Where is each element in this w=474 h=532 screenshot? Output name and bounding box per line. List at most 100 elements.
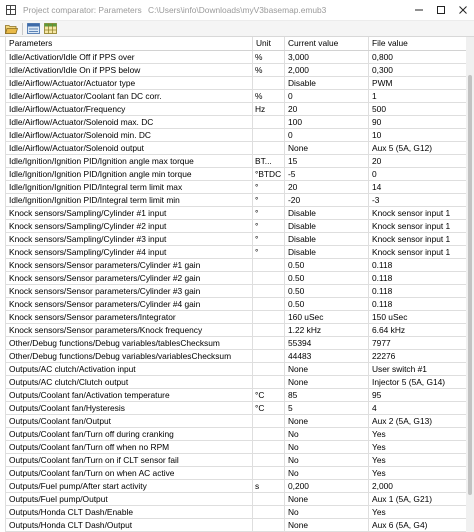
current-value-cell: 0.50 [284, 297, 369, 311]
unit-cell [252, 414, 285, 428]
table-row[interactable]: Knock sensors/Sensor parameters/Knock fr… [5, 323, 472, 337]
parameter-cell: Knock sensors/Sensor parameters/Integrat… [5, 310, 253, 324]
table-row[interactable]: Idle/Ignition/Ignition PID/Integral term… [5, 193, 472, 207]
unit-cell [252, 76, 285, 90]
table-row[interactable]: Knock sensors/Sensor parameters/Cylinder… [5, 271, 472, 285]
table-row[interactable]: Outputs/Coolant fan/Activation temperatu… [5, 388, 472, 402]
table-row[interactable]: Knock sensors/Sampling/Cylinder #4 input… [5, 245, 472, 259]
table-row[interactable]: Outputs/AC clutch/Clutch output None Injec… [5, 375, 472, 389]
table-row[interactable]: Idle/Ignition/Ignition PID/Ignition angl… [5, 167, 472, 181]
current-value-cell: 160 uSec [284, 310, 369, 324]
parameter-cell: Outputs/Fuel pump/After start activity [5, 479, 253, 493]
unit-cell [252, 362, 285, 376]
current-value-cell: 85 [284, 388, 369, 402]
grid-view-button[interactable] [42, 21, 58, 36]
maximize-button[interactable] [430, 0, 452, 20]
unit-cell: ° [252, 193, 285, 207]
table-row[interactable]: Outputs/Honda CLT Dash/Enable No Yes [5, 505, 472, 519]
unit-cell [252, 258, 285, 272]
unit-cell [252, 115, 285, 129]
table-row[interactable]: Other/Debug functions/Debug variables/va… [5, 349, 472, 363]
table-row[interactable]: Idle/Ignition/Ignition PID/Integral term… [5, 180, 472, 194]
unit-cell [252, 297, 285, 311]
table-row[interactable]: Outputs/Fuel pump/After start activity s 0… [5, 479, 472, 493]
grid-window-icon [4, 3, 18, 17]
table-row[interactable]: Knock sensors/Sampling/Cylinder #3 input… [5, 232, 472, 246]
table-row[interactable]: Knock sensors/Sampling/Cylinder #2 input… [5, 219, 472, 233]
file-value-cell: 0.118 [368, 258, 472, 272]
file-value-cell: 0.118 [368, 271, 472, 285]
parameter-cell: Idle/Airflow/Actuator/Solenoid max. DC [5, 115, 253, 129]
scrollbar-thumb[interactable] [468, 75, 472, 495]
toolbar-separator [22, 22, 23, 35]
file-value-cell: Knock sensor input 1 [368, 232, 472, 246]
current-value-cell: Disable [284, 219, 369, 233]
file-value-cell: 90 [368, 115, 472, 129]
current-value-cell: 1.22 kHz [284, 323, 369, 337]
table-row[interactable]: Outputs/Fuel pump/Output None Aux 1 (5A, G… [5, 492, 472, 506]
close-button[interactable] [452, 0, 474, 20]
unit-cell: ° [252, 245, 285, 259]
table-row[interactable]: Outputs/Coolant fan/Turn off when no RPM… [5, 440, 472, 454]
unit-cell: Hz [252, 102, 285, 116]
table-row[interactable]: Idle/Airflow/Actuator/Frequency Hz 20 500 [5, 102, 472, 116]
current-value-cell: 20 [284, 102, 369, 116]
parameters-table: Parameters Unit Current value File value… [5, 37, 472, 532]
table-row[interactable]: Idle/Airflow/Actuator/Coolant fan DC cor… [5, 89, 472, 103]
parameter-cell: Knock sensors/Sampling/Cylinder #2 input [5, 219, 253, 233]
file-value-cell: 4 [368, 401, 472, 415]
table-row[interactable]: Outputs/Coolant fan/Turn on when AC acti… [5, 466, 472, 480]
parameter-cell: Outputs/Coolant fan/Activation temperatu… [5, 388, 253, 402]
table-row[interactable]: Outputs/Coolant fan/Turn on if CLT senso… [5, 453, 472, 467]
minimize-icon [415, 9, 423, 11]
table-row[interactable]: Knock sensors/Sensor parameters/Cylinder… [5, 258, 472, 272]
table-row[interactable]: Idle/Airflow/Actuator/Solenoid output Non… [5, 141, 472, 155]
file-value-cell: -3 [368, 193, 472, 207]
table-row[interactable]: Idle/Airflow/Actuator/Solenoid min. DC 0 1… [5, 128, 472, 142]
open-file-button[interactable] [3, 21, 19, 36]
unit-cell [252, 427, 285, 441]
table-row[interactable]: Idle/Activation/Idle On if PPS below% 2,0… [5, 63, 472, 77]
table-row[interactable]: Outputs/Coolant fan/Turn off during cran… [5, 427, 472, 441]
file-value-cell: 22276 [368, 349, 472, 363]
vertical-scrollbar[interactable] [466, 37, 474, 532]
current-value-cell: None [284, 518, 369, 532]
unit-cell [252, 518, 285, 532]
parameter-cell: Knock sensors/Sensor parameters/Cylinder… [5, 258, 253, 272]
list-view-button[interactable] [25, 21, 41, 36]
table-row[interactable]: Outputs/Coolant fan/Hysteresis °C 5 4 [5, 401, 472, 415]
table-row[interactable]: Idle/Airflow/Actuator/Solenoid max. DC 10… [5, 115, 472, 129]
column-header-unit[interactable]: Unit [252, 37, 285, 51]
current-value-cell: Disable [284, 76, 369, 90]
table-row[interactable]: Knock sensors/Sensor parameters/Integrat… [5, 310, 472, 324]
unit-cell [252, 310, 285, 324]
unit-cell [252, 375, 285, 389]
table-row[interactable]: Idle/Activation/Idle Off if PPS over% 3,0… [5, 50, 472, 64]
parameter-cell: Idle/Ignition/Ignition PID/Ignition angl… [5, 167, 253, 181]
parameter-cell: Knock sensors/Sensor parameters/Cylinder… [5, 271, 253, 285]
table-row[interactable]: Idle/Ignition/Ignition PID/Ignition angl… [5, 154, 472, 168]
column-header-current-value[interactable]: Current value [284, 37, 369, 51]
table-row[interactable]: Idle/Airflow/Actuator/Actuator type Disab… [5, 76, 472, 90]
unit-cell: ° [252, 206, 285, 220]
minimize-button[interactable] [408, 0, 430, 20]
file-value-cell: 2,000 [368, 479, 472, 493]
current-value-cell: 2,000 [284, 63, 369, 77]
column-header-file-value[interactable]: File value [368, 37, 472, 51]
unit-cell [252, 440, 285, 454]
table-row[interactable]: Knock sensors/Sensor parameters/Cylinder… [5, 284, 472, 298]
unit-cell: ° [252, 180, 285, 194]
parameter-cell: Knock sensors/Sensor parameters/Cylinder… [5, 284, 253, 298]
table-row[interactable]: Knock sensors/Sampling/Cylinder #1 input… [5, 206, 472, 220]
file-value-cell: User switch #1 [368, 362, 472, 376]
file-value-cell: Aux 2 (5A, G13) [368, 414, 472, 428]
table-row[interactable]: Outputs/Honda CLT Dash/Output None Aux 6 (… [5, 518, 472, 532]
parameter-cell: Knock sensors/Sampling/Cylinder #3 input [5, 232, 253, 246]
column-header-parameters[interactable]: Parameters [5, 37, 253, 51]
table-row[interactable]: Knock sensors/Sensor parameters/Cylinder… [5, 297, 472, 311]
table-row[interactable]: Other/Debug functions/Debug variables/ta… [5, 336, 472, 350]
current-value-cell: None [284, 492, 369, 506]
unit-cell: % [252, 89, 285, 103]
table-row[interactable]: Outputs/Coolant fan/Output None Aux 2 (5A,… [5, 414, 472, 428]
table-row[interactable]: Outputs/AC clutch/Activation input None Us… [5, 362, 472, 376]
